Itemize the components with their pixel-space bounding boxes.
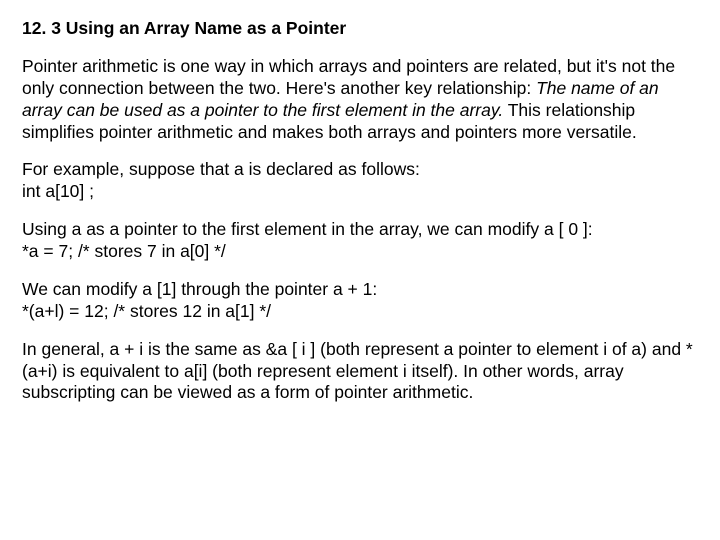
paragraph-3: Using a as a pointer to the first elemen… xyxy=(22,219,698,263)
p2-line2: int a[10] ; xyxy=(22,181,94,201)
p3-line2: *a = 7; /* stores 7 in a[0] */ xyxy=(22,241,226,261)
paragraph-5: In general, a + i is the same as &a [ i … xyxy=(22,339,698,405)
p4-line2: *(a+l) = 12; /* stores 12 in a[1] */ xyxy=(22,301,271,321)
p3-line1: Using a as a pointer to the first elemen… xyxy=(22,219,593,239)
p2-line1: For example, suppose that a is declared … xyxy=(22,159,420,179)
paragraph-2: For example, suppose that a is declared … xyxy=(22,159,698,203)
paragraph-4: We can modify a [1] through the pointer … xyxy=(22,279,698,323)
paragraph-1: Pointer arithmetic is one way in which a… xyxy=(22,56,698,144)
p4-line1: We can modify a [1] through the pointer … xyxy=(22,279,377,299)
section-heading: 12. 3 Using an Array Name as a Pointer xyxy=(22,18,698,40)
